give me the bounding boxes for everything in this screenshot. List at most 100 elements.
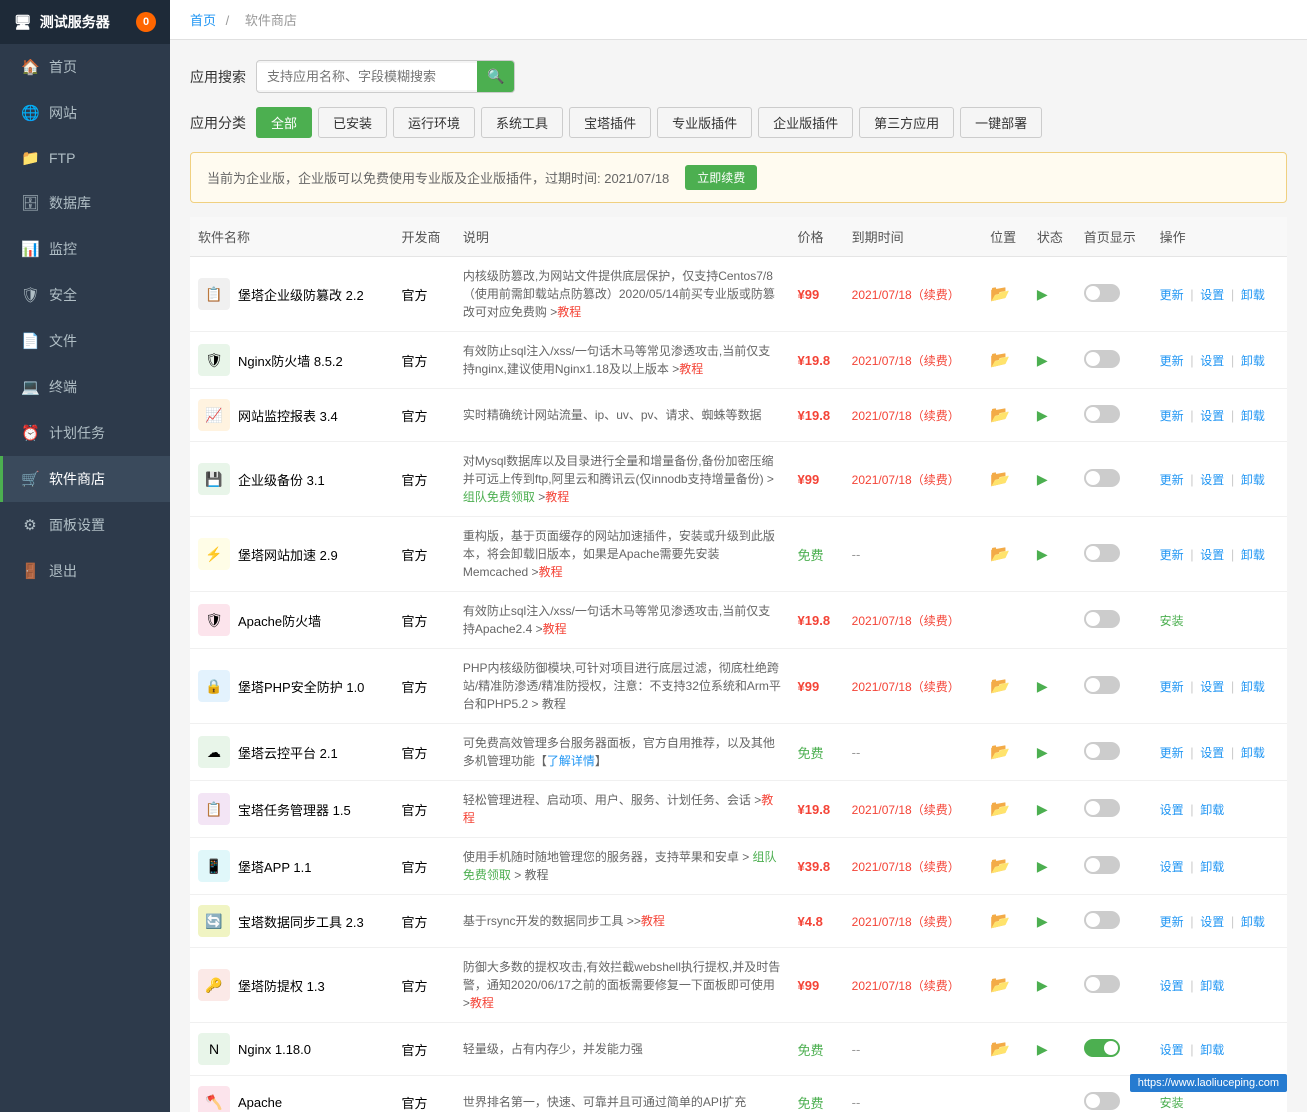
folder-icon[interactable]: 📂 — [990, 407, 1010, 424]
desc-tutorial-link[interactable]: 教程 — [557, 305, 581, 319]
sidebar-item-FTP[interactable]: 📁FTP — [0, 136, 170, 180]
homepage-toggle[interactable] — [1084, 742, 1120, 760]
filter-tab-1[interactable]: 已安装 — [318, 107, 387, 138]
folder-icon[interactable]: 📂 — [990, 913, 1010, 930]
homepage-toggle[interactable] — [1084, 1092, 1120, 1110]
action-设置[interactable]: 设置 — [1200, 473, 1224, 487]
folder-icon[interactable]: 📂 — [990, 471, 1010, 488]
action-更新[interactable]: 更新 — [1160, 915, 1184, 929]
state-cell[interactable]: ▶ — [1029, 895, 1076, 948]
homepage-toggle[interactable] — [1084, 856, 1120, 874]
breadcrumb-home[interactable]: 首页 — [190, 13, 216, 28]
location-cell[interactable]: 📂 — [982, 389, 1029, 442]
sidebar-item-监控[interactable]: 📊监控 — [0, 226, 170, 272]
sidebar-item-退出[interactable]: 🚪退出 — [0, 548, 170, 594]
run-icon[interactable]: ▶ — [1037, 913, 1048, 929]
homepage-toggle[interactable] — [1084, 911, 1120, 929]
folder-icon[interactable]: 📂 — [990, 678, 1010, 695]
state-cell[interactable]: ▶ — [1029, 838, 1076, 895]
action-设置[interactable]: 设置 — [1200, 409, 1224, 423]
action-卸载[interactable]: 卸载 — [1241, 746, 1265, 760]
location-cell[interactable]: 📂 — [982, 948, 1029, 1023]
run-icon[interactable]: ▶ — [1037, 801, 1048, 817]
location-cell[interactable]: 📂 — [982, 332, 1029, 389]
filter-tab-6[interactable]: 企业版插件 — [758, 107, 853, 138]
state-cell[interactable]: ▶ — [1029, 257, 1076, 332]
filter-tab-5[interactable]: 专业版插件 — [657, 107, 752, 138]
filter-tab-8[interactable]: 一键部署 — [960, 107, 1042, 138]
run-icon[interactable]: ▶ — [1037, 744, 1048, 760]
action-设置[interactable]: 设置 — [1200, 915, 1224, 929]
action-更新[interactable]: 更新 — [1160, 680, 1184, 694]
folder-icon[interactable]: 📂 — [990, 858, 1010, 875]
action-更新[interactable]: 更新 — [1160, 288, 1184, 302]
action-设置[interactable]: 设置 — [1160, 803, 1184, 817]
action-设置[interactable]: 设置 — [1160, 860, 1184, 874]
action-卸载[interactable]: 卸载 — [1200, 860, 1224, 874]
run-icon[interactable]: ▶ — [1037, 471, 1048, 487]
location-cell[interactable]: 📂 — [982, 838, 1029, 895]
action-卸载[interactable]: 卸载 — [1241, 473, 1265, 487]
homepage-toggle[interactable] — [1084, 350, 1120, 368]
state-cell[interactable]: ▶ — [1029, 389, 1076, 442]
action-卸载[interactable]: 卸载 — [1241, 409, 1265, 423]
renew-button[interactable]: 立即续费 — [685, 165, 757, 190]
run-icon[interactable]: ▶ — [1037, 352, 1048, 368]
action-卸载[interactable]: 卸载 — [1200, 1043, 1224, 1057]
desc-tutorial-link[interactable]: 教程 — [539, 565, 563, 579]
action-设置[interactable]: 设置 — [1160, 1043, 1184, 1057]
sidebar-item-首页[interactable]: 🏠首页 — [0, 44, 170, 90]
action-设置[interactable]: 设置 — [1200, 746, 1224, 760]
desc-tutorial-link[interactable]: 教程 — [463, 793, 773, 825]
filter-tab-7[interactable]: 第三方应用 — [859, 107, 954, 138]
desc-team-link[interactable]: 组队免费领取 — [463, 850, 777, 882]
state-cell[interactable]: ▶ — [1029, 649, 1076, 724]
action-卸载[interactable]: 卸载 — [1241, 548, 1265, 562]
location-cell[interactable]: 📂 — [982, 649, 1029, 724]
action-设置[interactable]: 设置 — [1200, 354, 1224, 368]
sidebar-item-文件[interactable]: 📄文件 — [0, 318, 170, 364]
run-icon[interactable]: ▶ — [1037, 546, 1048, 562]
action-设置[interactable]: 设置 — [1200, 680, 1224, 694]
run-icon[interactable]: ▶ — [1037, 1041, 1048, 1057]
action-卸载[interactable]: 卸载 — [1200, 803, 1224, 817]
run-icon[interactable]: ▶ — [1037, 858, 1048, 874]
desc-tutorial-link[interactable]: 教程 — [679, 362, 703, 376]
filter-tab-3[interactable]: 系统工具 — [481, 107, 563, 138]
folder-icon[interactable]: 📂 — [990, 286, 1010, 303]
location-cell[interactable]: 📂 — [982, 1023, 1029, 1076]
search-input[interactable] — [257, 63, 477, 90]
action-卸载[interactable]: 卸载 — [1241, 680, 1265, 694]
homepage-toggle[interactable] — [1084, 1039, 1120, 1057]
state-cell[interactable]: ▶ — [1029, 1023, 1076, 1076]
sidebar-item-终端[interactable]: 💻终端 — [0, 364, 170, 410]
action-更新[interactable]: 更新 — [1160, 409, 1184, 423]
desc-team-link[interactable]: 组队免费领取 — [463, 490, 535, 504]
folder-icon[interactable]: 📂 — [990, 352, 1010, 369]
homepage-toggle[interactable] — [1084, 975, 1120, 993]
folder-icon[interactable]: 📂 — [990, 744, 1010, 761]
action-卸载[interactable]: 卸载 — [1241, 288, 1265, 302]
state-cell[interactable]: ▶ — [1029, 724, 1076, 781]
sidebar-item-面板设置[interactable]: ⚙面板设置 — [0, 502, 170, 548]
action-卸载[interactable]: 卸载 — [1241, 915, 1265, 929]
run-icon[interactable]: ▶ — [1037, 407, 1048, 423]
homepage-toggle[interactable] — [1084, 676, 1120, 694]
homepage-toggle[interactable] — [1084, 469, 1120, 487]
homepage-toggle[interactable] — [1084, 544, 1120, 562]
search-button[interactable]: 🔍 — [477, 61, 514, 92]
action-更新[interactable]: 更新 — [1160, 473, 1184, 487]
homepage-toggle[interactable] — [1084, 610, 1120, 628]
action-卸载[interactable]: 卸载 — [1200, 979, 1224, 993]
desc-tutorial-link[interactable]: 教程 — [545, 490, 569, 504]
filter-tab-4[interactable]: 宝塔插件 — [569, 107, 651, 138]
action-安装[interactable]: 安装 — [1160, 614, 1184, 628]
location-cell[interactable]: 📂 — [982, 724, 1029, 781]
action-设置[interactable]: 设置 — [1200, 548, 1224, 562]
run-icon[interactable]: ▶ — [1037, 977, 1048, 993]
sidebar-item-网站[interactable]: 🌐网站 — [0, 90, 170, 136]
state-cell[interactable]: ▶ — [1029, 442, 1076, 517]
state-cell[interactable]: ▶ — [1029, 948, 1076, 1023]
run-icon[interactable]: ▶ — [1037, 286, 1048, 302]
homepage-toggle[interactable] — [1084, 799, 1120, 817]
